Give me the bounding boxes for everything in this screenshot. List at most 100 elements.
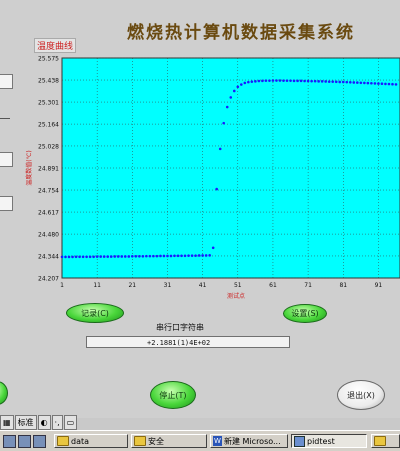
taskbar-item-security[interactable]: 安全 xyxy=(131,434,207,448)
settings-button-label: 设置(S) xyxy=(291,309,319,318)
quick-launch-icon-3[interactable] xyxy=(33,435,46,448)
exit-button-label: 退出(X) xyxy=(347,390,375,400)
data-point xyxy=(218,147,222,151)
stop-button[interactable]: 停止(T) xyxy=(150,381,196,409)
data-point xyxy=(250,80,254,83)
data-point xyxy=(232,89,236,93)
y-tick-label: 24.480 xyxy=(38,232,59,239)
data-point xyxy=(243,81,247,85)
data-point xyxy=(310,79,313,83)
folder-icon xyxy=(57,436,69,446)
data-point xyxy=(229,96,233,99)
data-point xyxy=(275,79,278,82)
data-point xyxy=(387,82,391,86)
data-point xyxy=(370,81,373,85)
data-point xyxy=(208,254,211,257)
data-point xyxy=(348,80,352,84)
data-point xyxy=(187,254,190,257)
taskbar-item-word[interactable]: W 新建 Microso... xyxy=(210,434,288,448)
data-point xyxy=(271,79,275,82)
data-point xyxy=(384,82,387,86)
folder-icon xyxy=(134,436,146,446)
data-point xyxy=(264,79,268,82)
data-point xyxy=(282,79,285,82)
x-tick-label: 1 xyxy=(60,282,64,289)
data-point xyxy=(394,83,398,86)
quick-launch-icon-2[interactable] xyxy=(18,435,31,448)
keyboard-icon: ▭ xyxy=(66,417,75,427)
x-tick-label: 91 xyxy=(375,282,383,289)
taskbar-item-pidtest[interactable]: pidtest xyxy=(291,434,367,448)
x-tick-label: 61 xyxy=(269,282,277,289)
taskbar-item-label: data xyxy=(71,436,90,446)
ime-icon-box[interactable]: ▦ xyxy=(0,414,14,430)
ime-keyboard-button[interactable]: ▭ xyxy=(63,414,78,430)
data-point xyxy=(320,80,324,83)
data-point xyxy=(95,255,99,258)
data-point xyxy=(341,80,345,84)
data-point xyxy=(183,254,187,258)
taskbar-item-partial[interactable] xyxy=(371,434,400,448)
data-point xyxy=(134,254,138,258)
data-point xyxy=(166,254,169,258)
data-point xyxy=(131,254,134,258)
ime-mode-label: 标准 xyxy=(17,417,34,427)
stop-button-label: 停止(T) xyxy=(159,390,187,400)
data-point xyxy=(109,255,113,258)
left-partial-button[interactable] xyxy=(0,381,8,405)
data-point xyxy=(366,81,370,85)
y-tick-label: 25.301 xyxy=(38,100,59,107)
record-button[interactable]: 记录(C) xyxy=(66,303,124,323)
data-point xyxy=(356,81,359,84)
data-point xyxy=(380,82,384,86)
app-window: 燃烧热计算机数据采集系统 温度曲线 24.207 24.344 24.480 24.6… xyxy=(0,0,400,418)
data-point xyxy=(257,79,261,83)
data-point xyxy=(116,255,120,258)
data-point xyxy=(67,255,71,259)
quick-launch-icon-1[interactable] xyxy=(3,435,16,448)
data-point xyxy=(285,79,289,82)
ime-punct-button[interactable]: ·, xyxy=(51,414,63,430)
data-point xyxy=(222,121,226,125)
data-point xyxy=(88,255,92,259)
data-point xyxy=(71,255,74,259)
data-point xyxy=(236,85,240,89)
data-point xyxy=(391,82,394,86)
data-point xyxy=(204,254,208,257)
data-point xyxy=(289,79,292,82)
data-point xyxy=(363,81,366,85)
data-point xyxy=(324,80,327,83)
data-point xyxy=(306,79,310,83)
ime-moon-button[interactable]: ◐ xyxy=(37,414,51,430)
settings-button[interactable]: 设置(S) xyxy=(283,304,327,323)
data-point xyxy=(78,255,81,259)
data-point xyxy=(334,80,338,84)
data-point xyxy=(261,79,264,83)
data-point xyxy=(352,81,356,84)
data-point xyxy=(180,254,183,258)
data-point xyxy=(194,254,197,257)
data-point xyxy=(120,255,124,258)
exit-button[interactable]: 退出(X) xyxy=(337,380,385,410)
taskbar-item-data[interactable]: data xyxy=(54,434,128,448)
ime-mode-button[interactable]: 标准 xyxy=(14,414,37,430)
data-point xyxy=(155,254,159,258)
x-axis-label: 测试点 xyxy=(227,292,245,300)
y-axis-label: 温度数值(℃) xyxy=(25,150,33,185)
taskbar-item-label: 新建 Microso... xyxy=(224,436,281,446)
data-point xyxy=(247,80,250,84)
data-point xyxy=(303,79,306,83)
data-point xyxy=(338,80,342,84)
data-point xyxy=(240,83,243,86)
x-tick-label: 71 xyxy=(304,282,312,289)
data-point xyxy=(169,254,173,258)
taskbar: data 安全 W 新建 Microso... pidtest xyxy=(0,430,400,451)
data-point xyxy=(331,80,335,83)
data-point xyxy=(201,254,204,257)
y-tick-label: 24.754 xyxy=(38,188,59,195)
data-point xyxy=(148,254,152,258)
data-point xyxy=(254,80,257,83)
y-tick-label: 24.891 xyxy=(38,166,59,173)
y-tick-label: 24.207 xyxy=(38,276,59,283)
folder-icon xyxy=(374,436,386,446)
